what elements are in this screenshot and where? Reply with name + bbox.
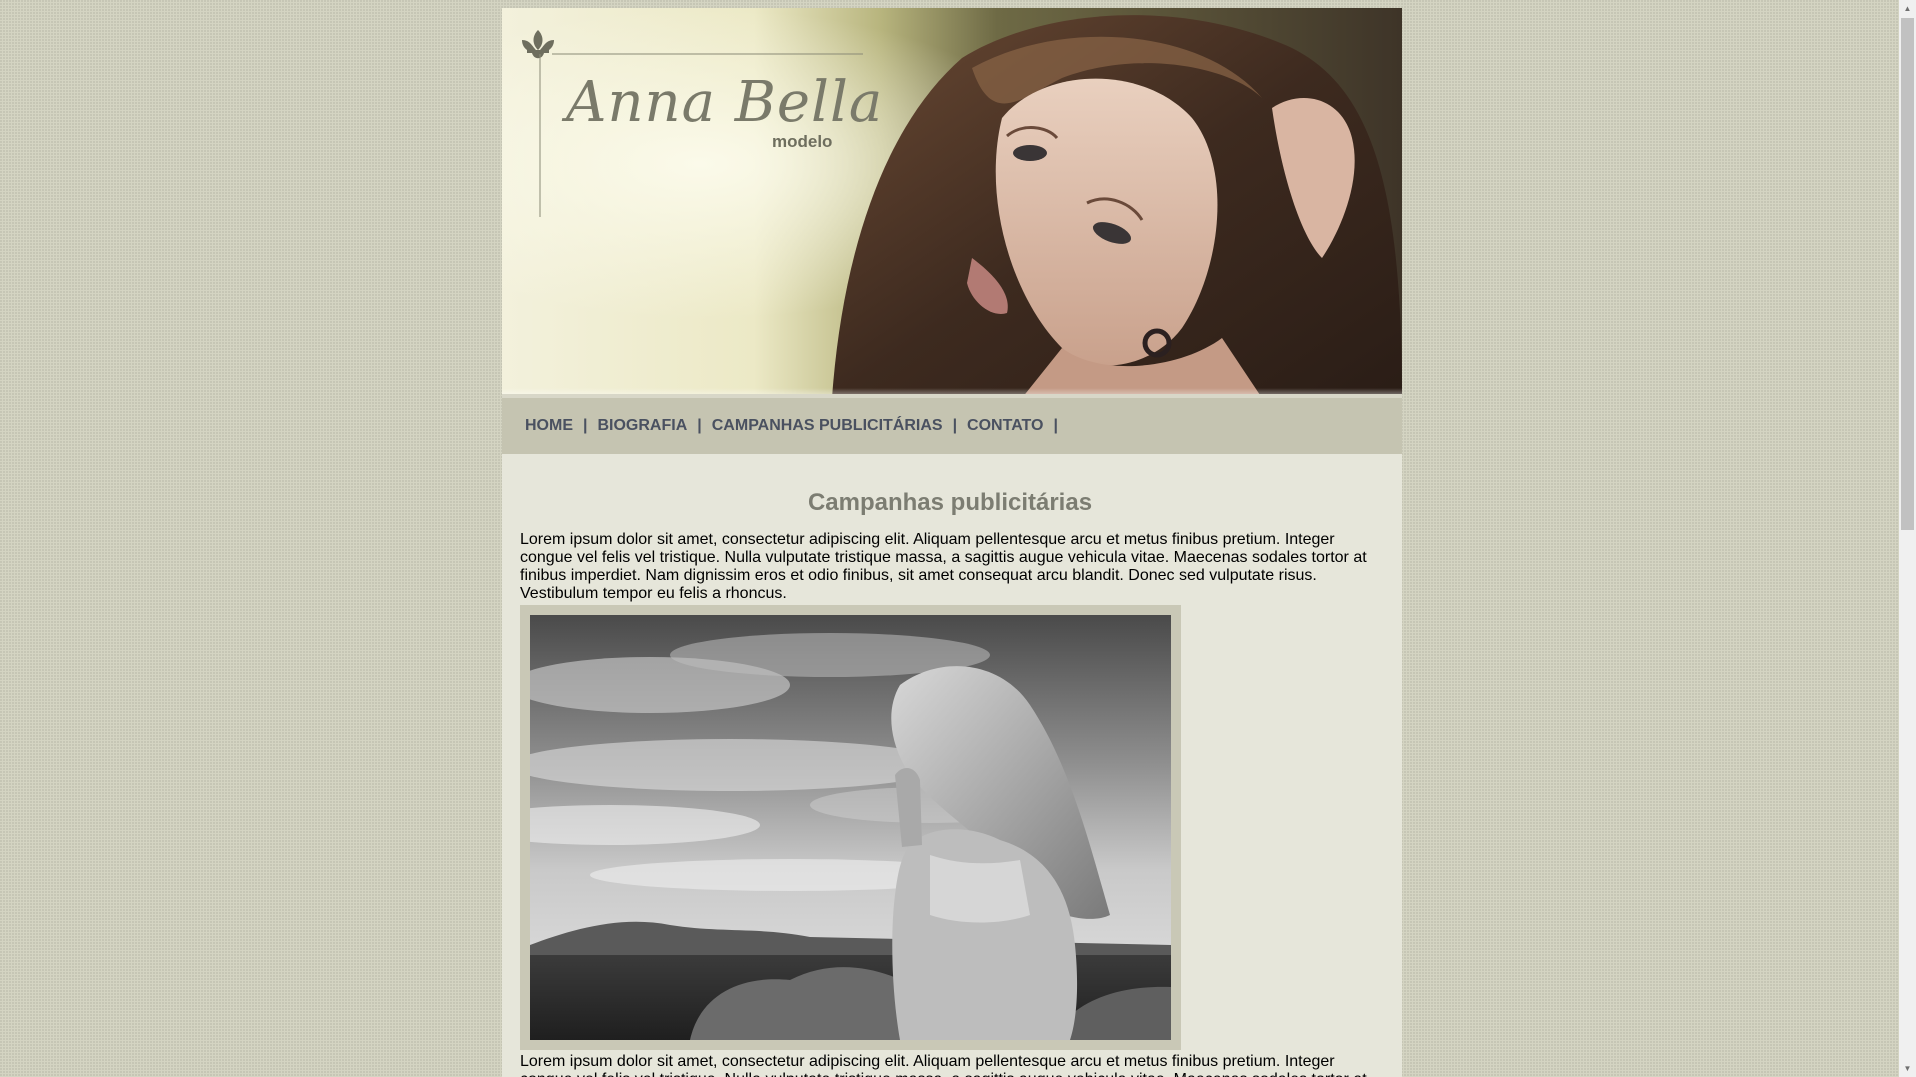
- brand-name: Anna Bella: [566, 70, 884, 135]
- page-container: Anna Bella modelo HOME | BIOGRAFIA | CAM…: [502, 8, 1402, 1077]
- page-title: Campanhas publicitárias: [807, 489, 1093, 516]
- nav-link-contato[interactable]: CONTATO: [967, 417, 1043, 434]
- nav-item-contato[interactable]: CONTATO: [967, 417, 1043, 435]
- brand-tagline: modelo: [772, 132, 833, 151]
- nav-separator: |: [952, 417, 958, 434]
- triangle-down-icon[interactable]: ▼: [1899, 1060, 1916, 1077]
- nav-link-campanhas[interactable]: CAMPANHAS PUBLICITÁRIAS: [712, 417, 943, 434]
- nav-separator: |: [697, 417, 702, 434]
- vertical-scrollbar[interactable]: ▲ ▼: [1899, 0, 1916, 1077]
- nav-item-home[interactable]: HOME: [525, 417, 573, 435]
- nav-separator: |: [1053, 417, 1058, 434]
- nav-separator: |: [583, 417, 588, 434]
- main-content: Campanhas publicitárias Lorem ipsum dolo…: [520, 454, 1380, 1077]
- main-navigation: HOME | BIOGRAFIA | CAMPANHAS PUBLICITÁRI…: [502, 398, 1402, 454]
- triangle-up-icon[interactable]: ▲: [1899, 0, 1916, 17]
- header-banner: Anna Bella modelo: [502, 8, 1402, 398]
- fleur-de-lis-icon: [522, 30, 554, 59]
- nav-list: HOME | BIOGRAFIA | CAMPANHAS PUBLICITÁRI…: [525, 398, 1068, 454]
- campaign-photo-frame: [520, 605, 1181, 1050]
- nav-link-biografia[interactable]: BIOGRAFIA: [597, 417, 687, 434]
- intro-paragraph: Lorem ipsum dolor sit amet, consectetur …: [520, 531, 1367, 602]
- nav-item-campanhas[interactable]: CAMPANHAS PUBLICITÁRIAS: [712, 417, 943, 435]
- campaign-photo: [530, 615, 1171, 1040]
- second-paragraph: Lorem ipsum dolor sit amet, consectetur …: [520, 1053, 1367, 1077]
- scrollbar-thumb[interactable]: [1901, 18, 1914, 530]
- nav-link-home[interactable]: HOME: [525, 417, 573, 434]
- nav-item-biografia[interactable]: BIOGRAFIA: [597, 417, 687, 435]
